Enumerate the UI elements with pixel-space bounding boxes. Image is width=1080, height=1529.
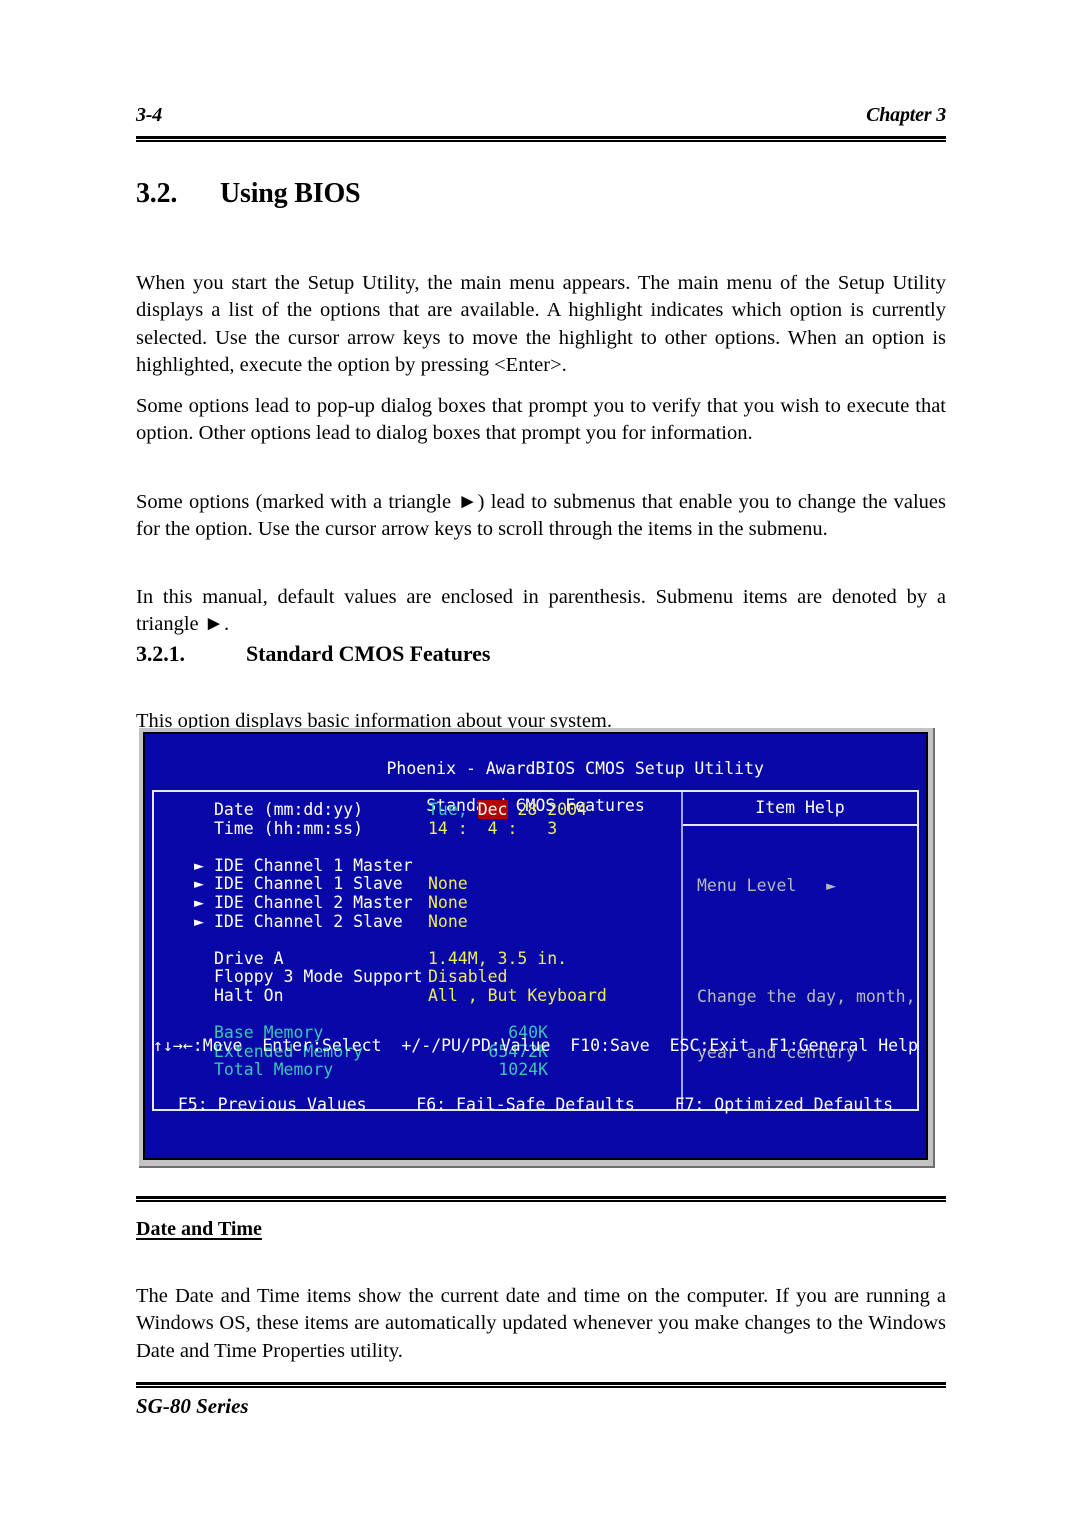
- submenu-triangle-icon: ►: [194, 874, 204, 894]
- floppy3-label: Floppy 3 Mode Support: [214, 967, 423, 987]
- legend-line1: ↑↓→←:Move Enter:Select +/-/PU/PD:Value F…: [153, 1036, 918, 1055]
- page-number: 3-4: [136, 104, 163, 126]
- footer-product-label: SG-80 Series: [136, 1394, 249, 1418]
- section-divider-rule: [136, 1196, 946, 1202]
- header-rule: [136, 136, 946, 142]
- submenu-triangle-icon: ►: [194, 892, 204, 912]
- document-page: 3-4 Chapter 3 3.2. Using BIOS When you st…: [136, 0, 946, 1529]
- ide1-slave-value: None: [428, 874, 468, 894]
- ide1-master-label: IDE Channel 1 Master: [214, 855, 413, 875]
- ide1-slave-label: IDE Channel 1 Slave: [214, 874, 403, 894]
- menu-level-label: Menu Level ►: [697, 875, 837, 895]
- bios-row-ide-channel-2-master[interactable]: ► IDE Channel 2 Master None: [194, 892, 681, 913]
- ide2-slave-value: None: [428, 911, 468, 931]
- time-value: 14 : 4 : 3: [428, 818, 558, 838]
- bios-row-ide-channel-2-slave[interactable]: ► IDE Channel 2 Slave None: [194, 911, 681, 932]
- drive-a-value: 1.44M, 3.5 in.: [428, 948, 568, 968]
- paragraph-6: The Date and Time items show the current…: [136, 1284, 946, 1362]
- date-weekday: Tue,: [428, 800, 468, 819]
- date-and-time-heading: Date and Time: [136, 1218, 262, 1240]
- ide2-master-label: IDE Channel 2 Master: [214, 892, 413, 912]
- bios-screen: Phoenix - AwardBIOS CMOS Setup Utility S…: [143, 732, 928, 1160]
- bios-title-line1: Phoenix - AwardBIOS CMOS Setup Utility: [386, 758, 764, 778]
- ide2-slave-label: IDE Channel 2 Slave: [214, 911, 403, 931]
- section-title: Using BIOS: [220, 178, 361, 209]
- floppy3-value: Disabled: [428, 967, 508, 987]
- ide2-master-value: None: [428, 892, 468, 912]
- bios-row-time[interactable]: Time (hh:mm:ss) 14 : 4 : 3: [194, 818, 681, 839]
- paragraph-4: In this manual, default values are enclo…: [136, 585, 946, 636]
- date-day-year: 28 2004: [507, 800, 587, 819]
- section-number: 3.2.: [136, 178, 178, 209]
- legend-line2: F5: Previous Values F6: Fail-Safe Defaul…: [177, 1094, 894, 1114]
- bios-key-legend: ↑↓→←:Move Enter:Select +/-/PU/PD:Value F…: [152, 997, 919, 1153]
- bios-row-drive-a[interactable]: Drive A 1.44M, 3.5 in.: [194, 948, 681, 969]
- paragraph-1: When you start the Setup Utility, the ma…: [136, 271, 946, 377]
- time-label: Time (hh:mm:ss): [214, 818, 364, 838]
- subsection-title: Standard CMOS Features: [246, 641, 491, 666]
- bios-row-ide-channel-1-master[interactable]: ► IDE Channel 1 Master: [194, 855, 681, 876]
- subsection-number: 3.2.1.: [136, 641, 185, 666]
- paragraph-3: Some options (marked with a triangle ►) …: [136, 490, 946, 541]
- subsection-heading: 3.2.1. Standard CMOS Features: [136, 641, 490, 667]
- bios-row-floppy-3-mode-support[interactable]: Floppy 3 Mode Support Disabled: [194, 968, 681, 987]
- bios-row-ide-channel-1-slave[interactable]: ► IDE Channel 1 Slave None: [194, 875, 681, 894]
- date-label: Date (mm:dd:yy): [214, 800, 364, 819]
- bios-row-date[interactable]: Date (mm:dd:yy) Tue, Dec 28 2004: [194, 800, 681, 820]
- drive-a-label: Drive A: [214, 948, 284, 968]
- item-help-title: Item Help: [683, 792, 917, 826]
- section-heading: 3.2. Using BIOS: [136, 178, 361, 210]
- paragraph-2: Some options lead to pop-up dialog boxes…: [136, 394, 946, 445]
- submenu-triangle-icon: ►: [194, 855, 204, 875]
- chapter-label: Chapter 3: [866, 104, 946, 126]
- date-month-highlighted[interactable]: Dec: [477, 800, 508, 819]
- footer-rule: [136, 1382, 946, 1388]
- submenu-triangle-icon: ►: [194, 911, 204, 931]
- bios-screenshot-figure: Phoenix - AwardBIOS CMOS Setup Utility S…: [139, 728, 935, 1168]
- running-head: 3-4 Chapter 3: [136, 104, 946, 127]
